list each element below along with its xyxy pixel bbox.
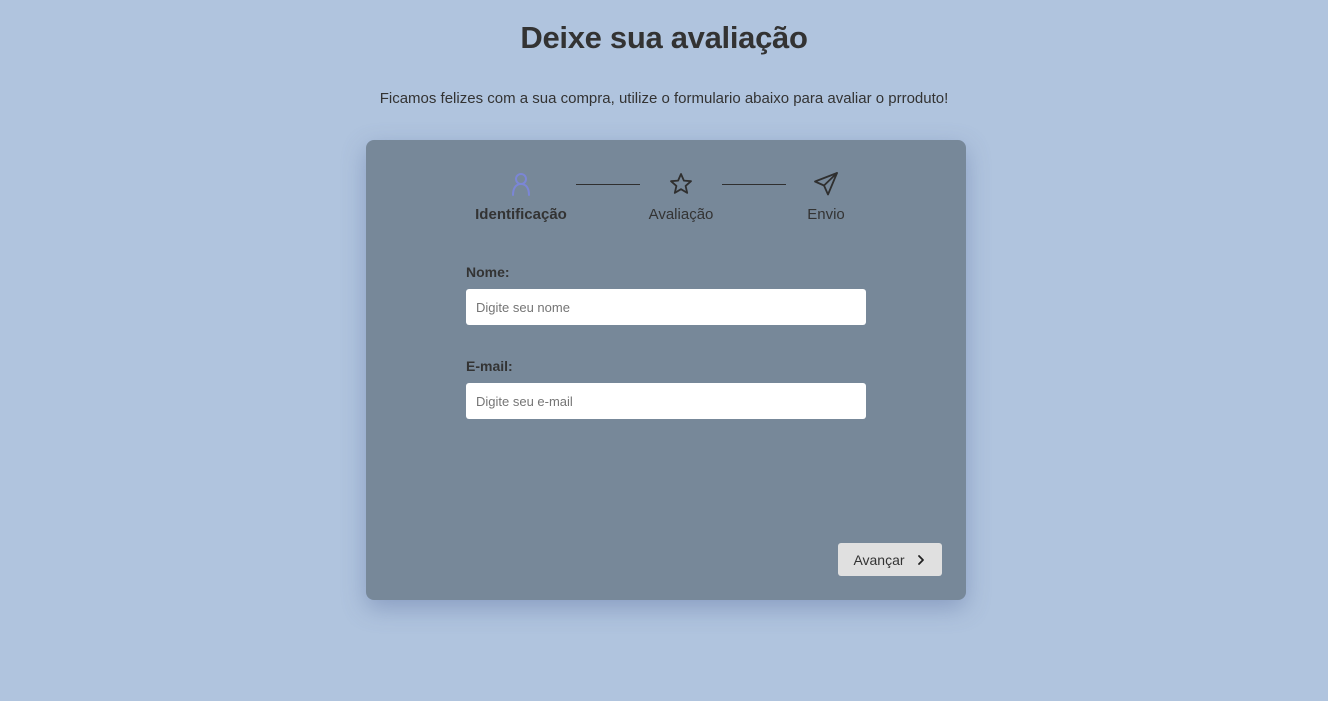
next-button[interactable]: Avançar: [838, 543, 942, 576]
step-label-identification: Identificação: [475, 206, 567, 223]
email-label: E-mail:: [466, 358, 513, 374]
progress-steps: Identificação Avaliação Envio: [366, 170, 966, 230]
name-field-group: Nome:: [466, 264, 866, 325]
send-icon: [812, 170, 840, 198]
star-icon: [667, 170, 695, 198]
page-title: Deixe sua avaliação: [520, 20, 808, 55]
page-subtitle: Ficamos felizes com a sua compra, utiliz…: [379, 90, 949, 107]
step-identification: Identificação: [461, 170, 581, 223]
step-sending: Envio: [766, 170, 886, 223]
email-field-group: E-mail:: [466, 358, 866, 419]
step-label-evaluation: Avaliação: [648, 206, 714, 223]
email-input[interactable]: [466, 383, 866, 419]
user-icon: [507, 170, 535, 198]
step-evaluation: Avaliação: [621, 170, 741, 223]
name-input[interactable]: [466, 289, 866, 325]
step-label-sending: Envio: [807, 206, 845, 223]
next-button-label: Avançar: [853, 551, 905, 568]
review-form-card: Identificação Avaliação Envio Nome: Digi…: [366, 140, 966, 600]
name-label: Nome:: [466, 264, 510, 280]
chevron-right-icon: [915, 554, 927, 566]
